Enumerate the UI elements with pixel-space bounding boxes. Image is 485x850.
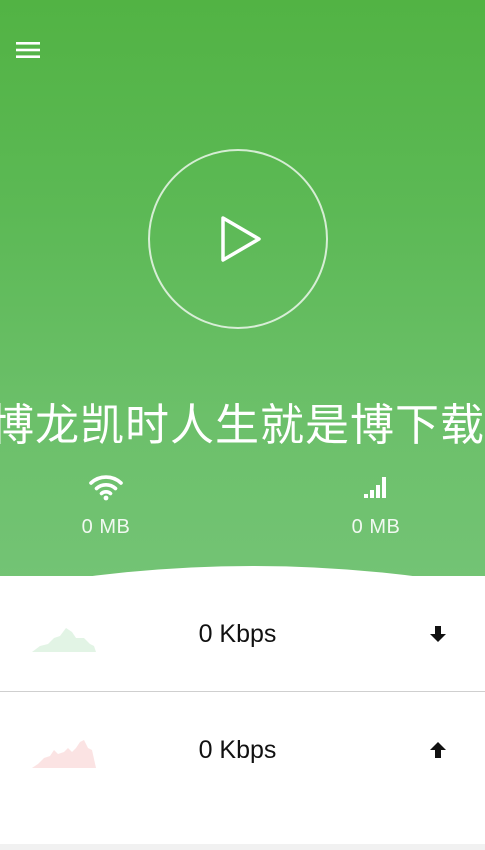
wifi-usage-value: 0 MB: [81, 516, 131, 538]
download-speed-value: 0 Kbps: [198, 620, 277, 648]
hamburger-menu-icon: [16, 42, 40, 58]
mobile-data-usage-value: 0 MB: [351, 516, 401, 538]
download-graph-icon: [32, 628, 96, 652]
header-panel: 博龙凯时人生就是博下载 0 MB 0 MB: [0, 0, 485, 600]
download-speed-row: 0 Kbps: [0, 576, 485, 692]
speed-monitor-screen: 博龙凯时人生就是博下载 0 MB 0 MB 0 Kbps 0 Kbps: [0, 0, 485, 850]
mobile-data-usage: 0 MB: [316, 470, 436, 539]
upload-speed-row: 0 Kbps: [0, 692, 485, 807]
wifi-usage: 0 MB: [46, 470, 166, 539]
download-arrow-icon: [430, 626, 446, 642]
upload-arrow-icon: [430, 742, 446, 758]
menu-button[interactable]: [12, 34, 44, 66]
upload-graph-icon: [32, 740, 96, 768]
upload-speed-value: 0 Kbps: [198, 736, 277, 764]
cellular-signal-icon: [364, 477, 386, 498]
wifi-icon: [89, 475, 123, 501]
marquee-text: 博龙凯时人生就是博下载: [0, 400, 485, 451]
bottom-edge: [0, 844, 485, 850]
play-button[interactable]: [148, 149, 328, 329]
play-icon: [221, 216, 261, 262]
